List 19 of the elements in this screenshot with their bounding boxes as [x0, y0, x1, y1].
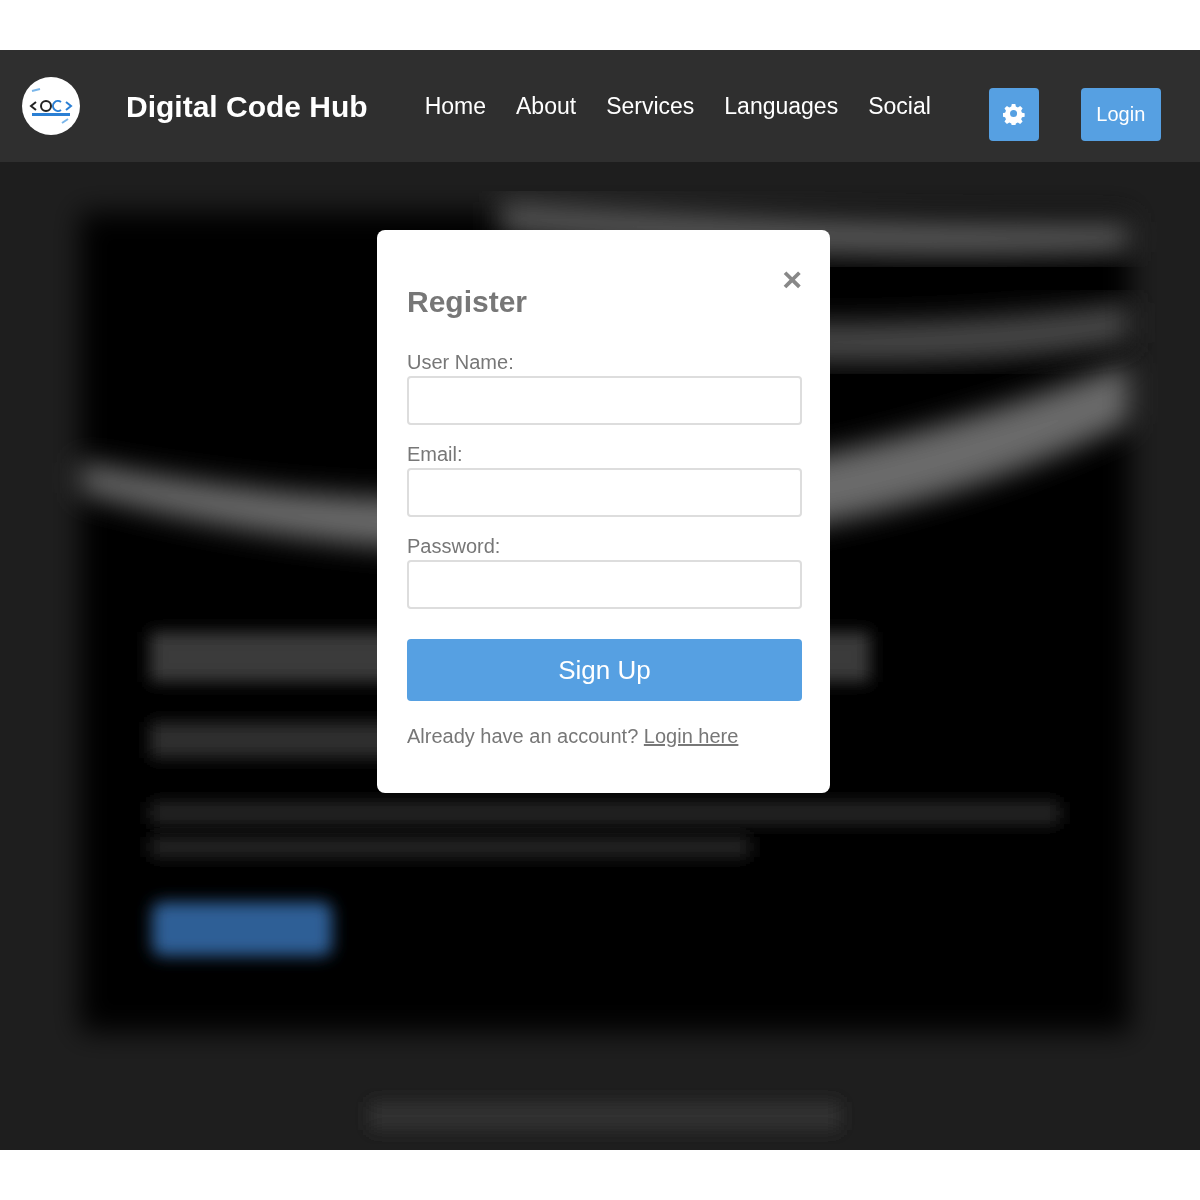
input-field[interactable] [407, 560, 802, 609]
nav-link[interactable]: Social [868, 88, 931, 124]
nav-link[interactable]: About [516, 88, 577, 124]
input-field[interactable] [407, 376, 802, 425]
logo-icon [22, 77, 80, 135]
field-label: Password: [407, 534, 502, 558]
settings-icon [1002, 103, 1025, 125]
input-field[interactable] [407, 468, 802, 517]
dialog-title: Register [407, 284, 529, 320]
close-button[interactable]: × [782, 262, 802, 296]
field-label: Email: [407, 442, 464, 466]
field-label: User Name: [407, 350, 515, 374]
login-link[interactable]: Login here [643, 725, 739, 747]
nav-link[interactable]: Languages [724, 88, 839, 124]
nav-link[interactable]: Services [606, 88, 695, 124]
site-title: Digital Code Hub [126, 88, 368, 125]
account-prompt: Already have an account? [407, 725, 639, 747]
nav-link[interactable]: Home [424, 88, 486, 124]
settings-button[interactable] [988, 87, 1039, 141]
